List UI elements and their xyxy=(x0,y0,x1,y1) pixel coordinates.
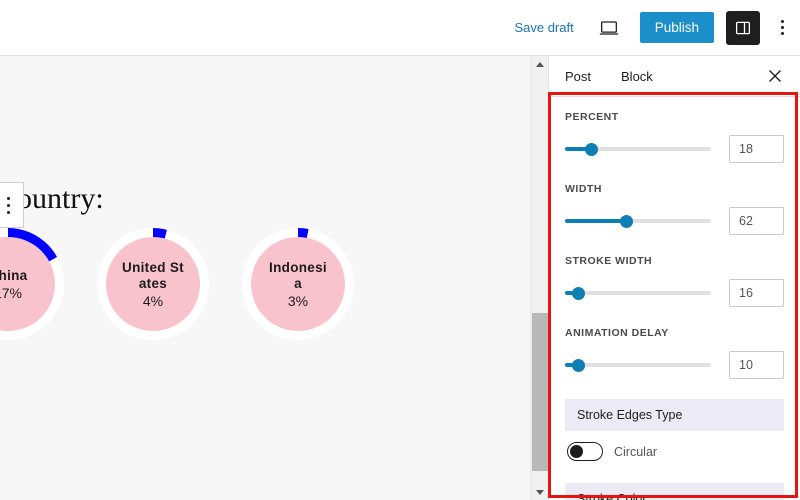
save-draft-button[interactable]: Save draft xyxy=(514,20,573,35)
donut-item[interactable]: United States 4% xyxy=(97,228,209,340)
animation-delay-slider[interactable] xyxy=(565,357,711,373)
donut-china[interactable]: China 17% xyxy=(0,228,64,340)
control-animation-delay: ANIMATION DELAY 10 xyxy=(565,327,784,379)
laptop-preview-icon[interactable] xyxy=(596,15,622,41)
donut-item[interactable]: Indonesia 3% xyxy=(242,228,354,340)
circular-toggle[interactable] xyxy=(567,442,603,461)
canvas-vertical-scrollbar[interactable] xyxy=(530,56,548,500)
donut-item[interactable]: China 17% xyxy=(0,228,64,340)
settings-sidebar: Post Block PERCENT 18 WIDTH xyxy=(548,56,800,500)
publish-button[interactable]: Publish xyxy=(640,12,714,43)
settings-sidebar-toggle-button[interactable] xyxy=(726,11,760,45)
slider-thumb[interactable] xyxy=(572,287,585,300)
donut-label: United States xyxy=(122,260,184,292)
scroll-up-arrow-icon[interactable] xyxy=(531,56,549,72)
tab-block[interactable]: Block xyxy=(621,69,653,84)
dot xyxy=(7,211,10,214)
slider-thumb[interactable] xyxy=(585,143,598,156)
control-percent: PERCENT 18 xyxy=(565,111,784,163)
sidebar-tabs: Post Block xyxy=(549,56,800,97)
slider-thumb[interactable] xyxy=(572,359,585,372)
stroke-width-input[interactable]: 16 xyxy=(729,279,784,307)
donut-value: 3% xyxy=(288,293,308,309)
slider-thumb[interactable] xyxy=(620,215,633,228)
circular-toggle-label: Circular xyxy=(614,445,657,459)
close-icon[interactable] xyxy=(764,65,786,87)
stroke-width-slider[interactable] xyxy=(565,285,711,301)
donut-united-states[interactable]: United States 4% xyxy=(97,228,209,340)
percent-slider[interactable] xyxy=(565,141,711,157)
width-input[interactable]: 62 xyxy=(729,207,784,235)
donut-label: Indonesia xyxy=(267,260,329,292)
stroke-color-heading: Stroke Color xyxy=(565,483,784,500)
stroke-edges-toggle-row: Circular xyxy=(565,442,784,461)
slider-track xyxy=(565,291,711,295)
sidebar-content: PERCENT 18 WIDTH 62 xyxy=(549,97,800,500)
dot xyxy=(781,20,784,23)
donut-chart-group: China 17% United States 4% Indonesia 3% xyxy=(0,228,354,340)
editor-canvas[interactable]: Population by Country: China 17% United … xyxy=(0,56,548,500)
block-options-handle[interactable] xyxy=(0,182,24,228)
tab-post[interactable]: Post xyxy=(565,69,591,84)
page-title[interactable]: Population by Country: xyxy=(0,182,382,216)
control-label: ANIMATION DELAY xyxy=(565,327,784,339)
dot xyxy=(7,197,10,200)
slider-track xyxy=(565,363,711,367)
scroll-down-arrow-icon[interactable] xyxy=(531,484,549,500)
dot xyxy=(781,32,784,35)
toggle-knob xyxy=(570,445,583,458)
donut-value: 17% xyxy=(0,285,22,301)
dot xyxy=(781,26,784,29)
scrollbar-thumb[interactable] xyxy=(532,313,548,471)
control-stroke-width: STROKE WIDTH 16 xyxy=(565,255,784,307)
animation-delay-input[interactable]: 10 xyxy=(729,351,784,379)
donut-value: 4% xyxy=(143,293,163,309)
more-options-button[interactable] xyxy=(770,11,794,45)
donut-center: United States 4% xyxy=(106,237,200,331)
control-width: WIDTH 62 xyxy=(565,183,784,235)
donut-indonesia[interactable]: Indonesia 3% xyxy=(242,228,354,340)
dot xyxy=(7,204,10,207)
stroke-edges-type-heading: Stroke Edges Type xyxy=(565,399,784,431)
percent-input[interactable]: 18 xyxy=(729,135,784,163)
width-slider[interactable] xyxy=(565,213,711,229)
donut-center: Indonesia 3% xyxy=(251,237,345,331)
editor-top-bar: Save draft Publish xyxy=(0,0,800,56)
control-label: PERCENT xyxy=(565,111,784,123)
control-label: STROKE WIDTH xyxy=(565,255,784,267)
donut-label: China xyxy=(0,268,39,284)
control-label: WIDTH xyxy=(565,183,784,195)
slider-fill xyxy=(565,219,626,223)
